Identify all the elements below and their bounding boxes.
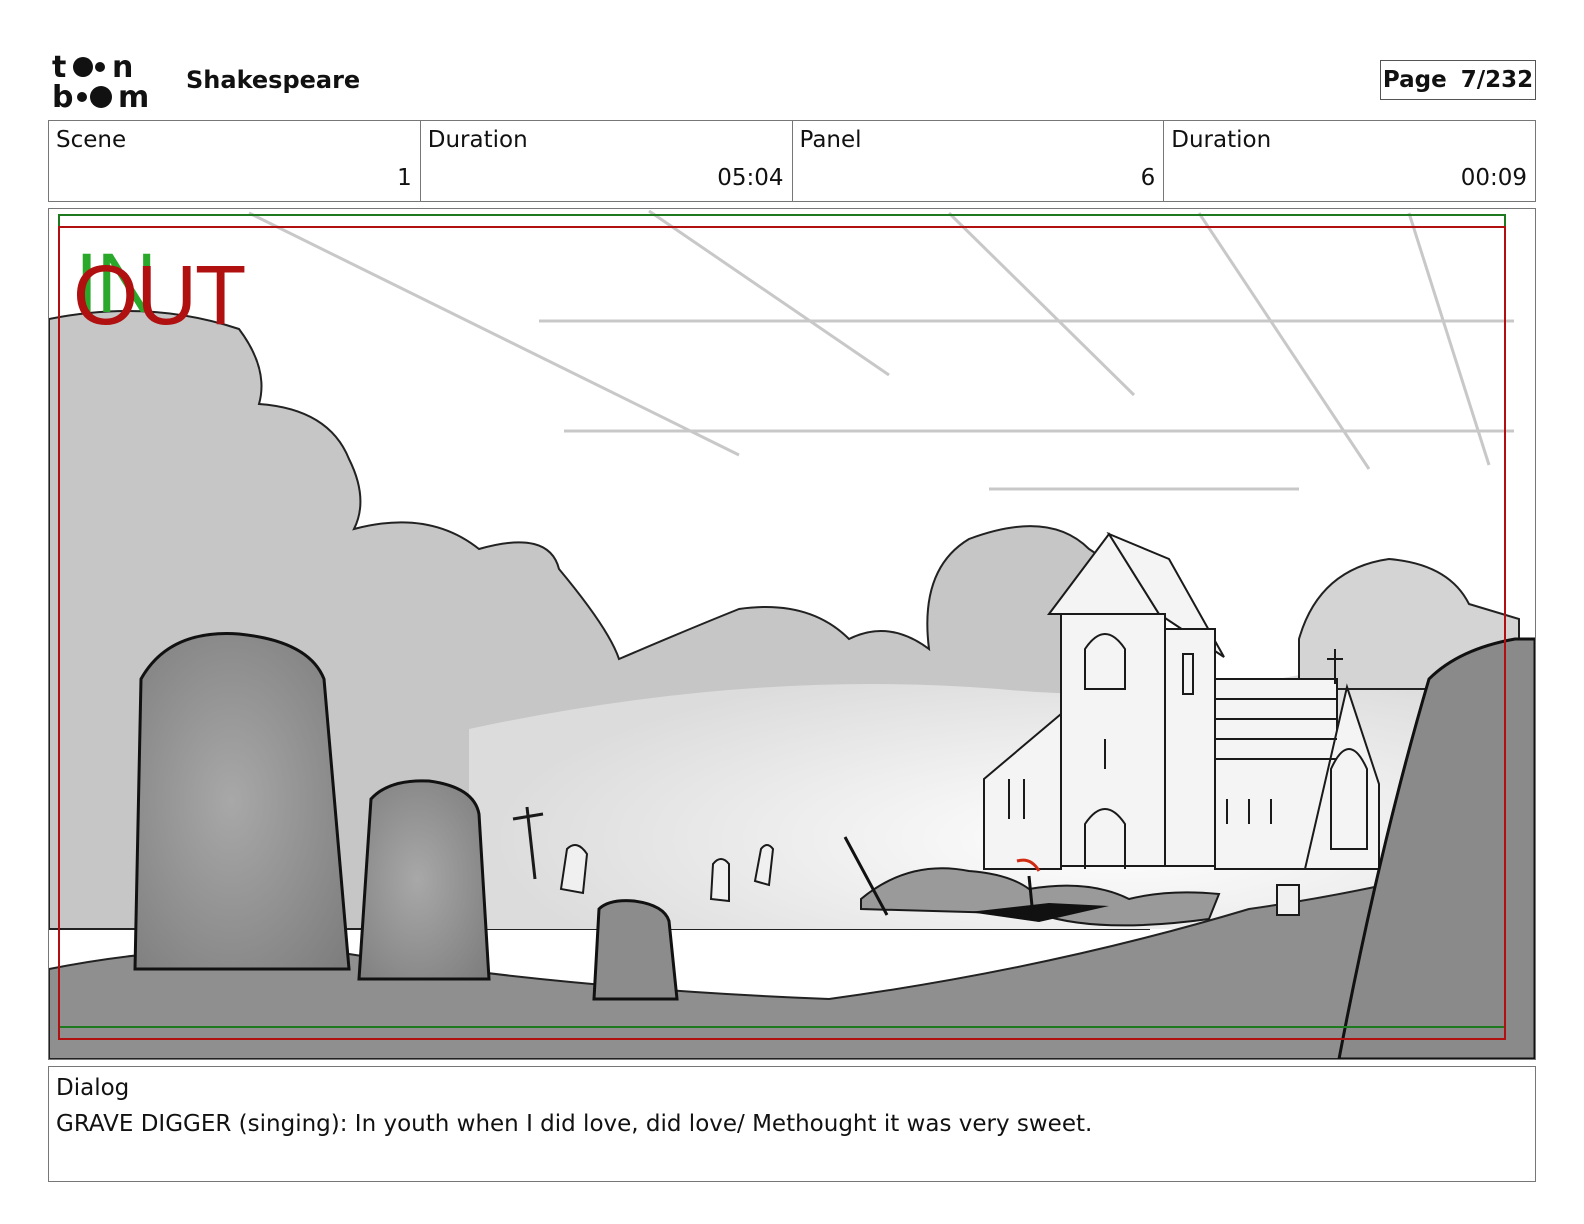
svg-text:m: m [118, 80, 149, 110]
panel-duration-value: 00:09 [1460, 165, 1527, 191]
panel-cell: Panel 6 [793, 121, 1165, 201]
panel-label: Panel [799, 127, 862, 153]
page-label: Page [1382, 67, 1447, 93]
dialog-label: Dialog [56, 1075, 130, 1101]
page-number: 7/232 [1460, 67, 1534, 93]
storyboard-sketch [49, 209, 1535, 1059]
scene-info-table: Scene 1 Duration 05:04 Panel 6 Duration … [48, 120, 1536, 202]
scene-duration-label: Duration [427, 127, 528, 153]
panel-value: 6 [1140, 165, 1156, 191]
scene-duration-cell: Duration 05:04 [421, 121, 793, 201]
svg-text:b: b [52, 80, 73, 110]
scene-cell: Scene 1 [49, 121, 421, 201]
storyboard-panel: IN OUT [48, 208, 1536, 1060]
dialog-box: Dialog GRAVE DIGGER (singing): In youth … [48, 1066, 1536, 1182]
panel-duration-label: Duration [1171, 127, 1272, 153]
scene-duration-value: 05:04 [717, 165, 784, 191]
project-title: Shakespeare [186, 66, 361, 94]
out-marker: OUT [73, 248, 246, 342]
toon-boom-logo: t n b m [52, 52, 149, 110]
page-indicator: Page 7/232 [1380, 60, 1536, 100]
scene-label: Scene [56, 127, 127, 153]
dialog-text: GRAVE DIGGER (singing): In youth when I … [56, 1111, 1093, 1137]
panel-duration-cell: Duration 00:09 [1164, 121, 1535, 201]
scene-value: 1 [397, 165, 412, 191]
